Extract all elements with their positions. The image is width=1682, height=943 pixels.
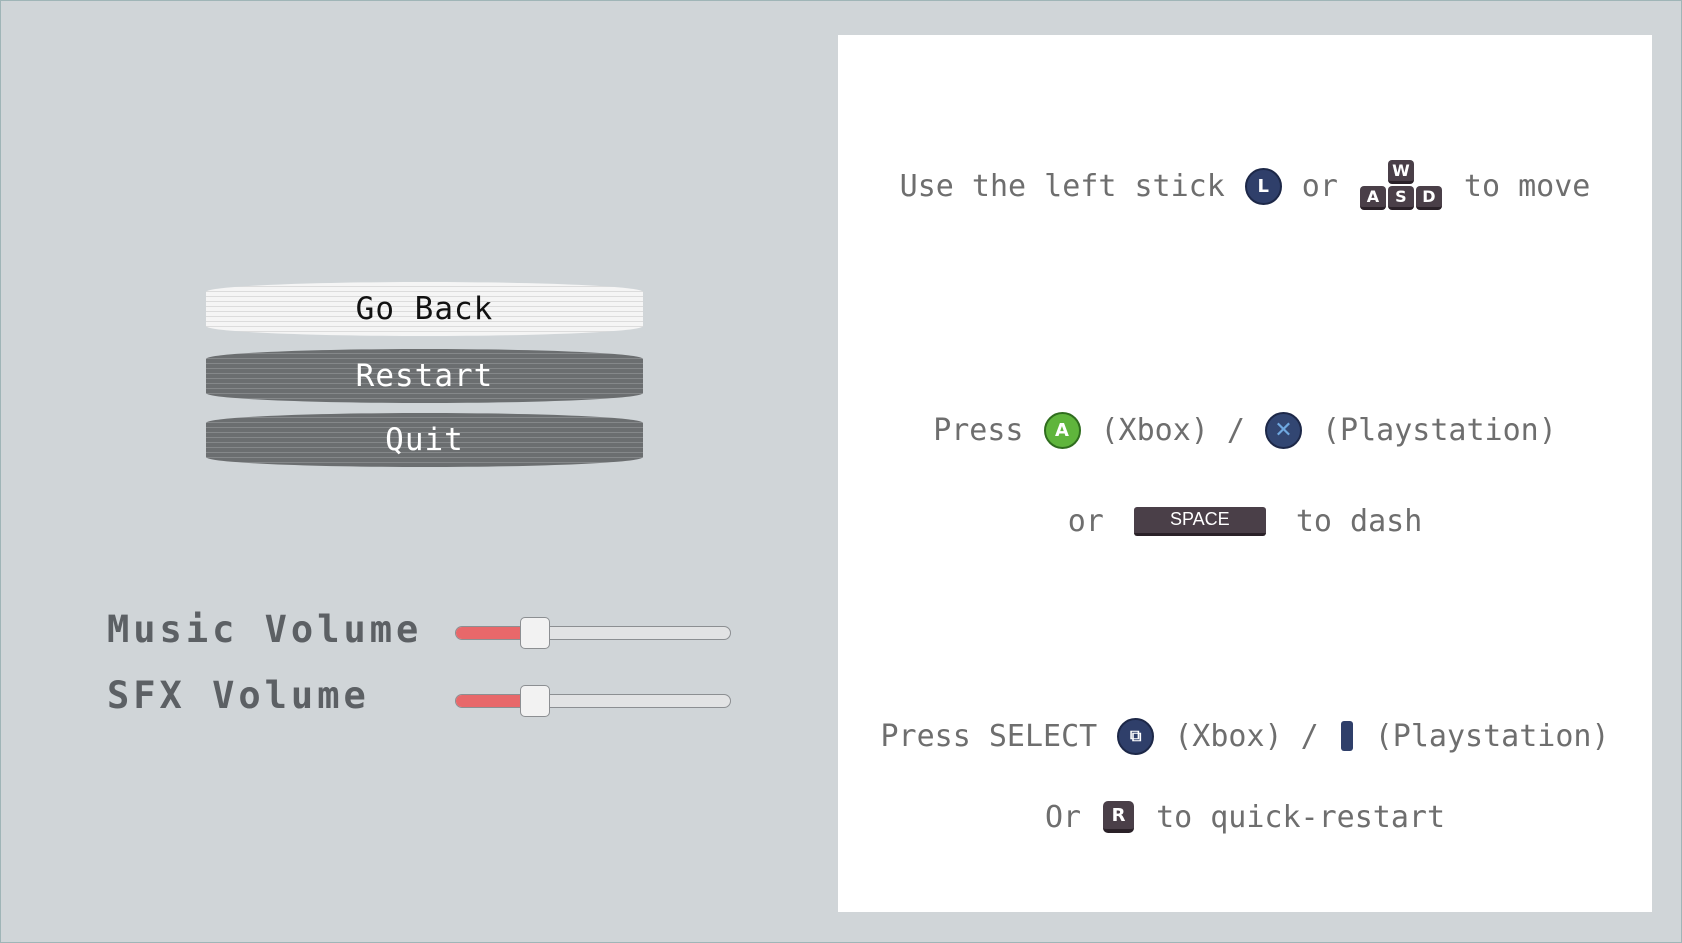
r-key-icon: R — [1103, 801, 1135, 833]
dash-suffix: to dash — [1295, 503, 1423, 539]
music-volume-slider[interactable] — [455, 617, 731, 649]
dash-ps-label: (Playstation) — [1322, 412, 1557, 448]
w-key-icon: W — [1387, 160, 1414, 184]
restart-xbox-label: (Xbox) / — [1174, 718, 1319, 754]
move-prefix: Use the left stick — [899, 168, 1225, 204]
quit-button[interactable]: Quit — [206, 413, 643, 467]
s-key-icon: S — [1387, 186, 1414, 210]
restart-suffix: to quick-restart — [1156, 799, 1446, 835]
go-back-button[interactable]: Go Back — [206, 282, 643, 336]
restart-keyboard-instruction: Or R to quick-restart — [838, 795, 1652, 839]
dash-press: Press — [933, 412, 1024, 448]
sfx-volume-knob[interactable] — [520, 685, 551, 717]
sfx-volume-slider[interactable] — [455, 685, 731, 717]
d-key-icon: D — [1415, 186, 1442, 210]
playstation-touchpad-icon — [1340, 721, 1353, 751]
dash-or: or — [1067, 503, 1104, 539]
a-key-icon: A — [1359, 186, 1386, 210]
restart-instruction: Press SELECT ⧉ (Xbox) / (Playstation) — [838, 711, 1652, 761]
wasd-keys-icon: W A S D — [1359, 160, 1442, 212]
dash-xbox-label: (Xbox) / — [1100, 412, 1246, 448]
left-stick-icon: L — [1244, 167, 1282, 205]
sfx-volume-label: SFX Volume — [107, 674, 370, 717]
move-instruction: Use the left stick L or W A S D to move — [838, 151, 1652, 221]
playstation-cross-button-icon: ✕ — [1265, 411, 1302, 449]
music-volume-knob[interactable] — [520, 617, 551, 649]
quit-label: Quit — [385, 422, 464, 458]
go-back-label: Go Back — [355, 291, 494, 327]
dash-instruction: Press A (Xbox) / ✕ (Playstation) — [838, 405, 1652, 455]
restart-press: Press SELECT — [880, 718, 1098, 754]
controls-panel: Use the left stick L or W A S D to move … — [838, 35, 1652, 912]
dash-keyboard-instruction: or SPACE to dash — [838, 499, 1652, 543]
select-button-icon: ⧉ — [1117, 717, 1155, 755]
space-key-icon: SPACE — [1133, 506, 1266, 536]
restart-label: Restart — [355, 358, 494, 394]
music-volume-label: Music Volume — [107, 608, 423, 651]
restart-or: Or — [1044, 799, 1082, 835]
restart-ps-label: (Playstation) — [1374, 718, 1610, 754]
xbox-a-button-icon: A — [1043, 411, 1081, 449]
restart-button[interactable]: Restart — [206, 349, 643, 403]
move-or: or — [1301, 168, 1338, 204]
move-suffix: to move — [1463, 168, 1591, 204]
